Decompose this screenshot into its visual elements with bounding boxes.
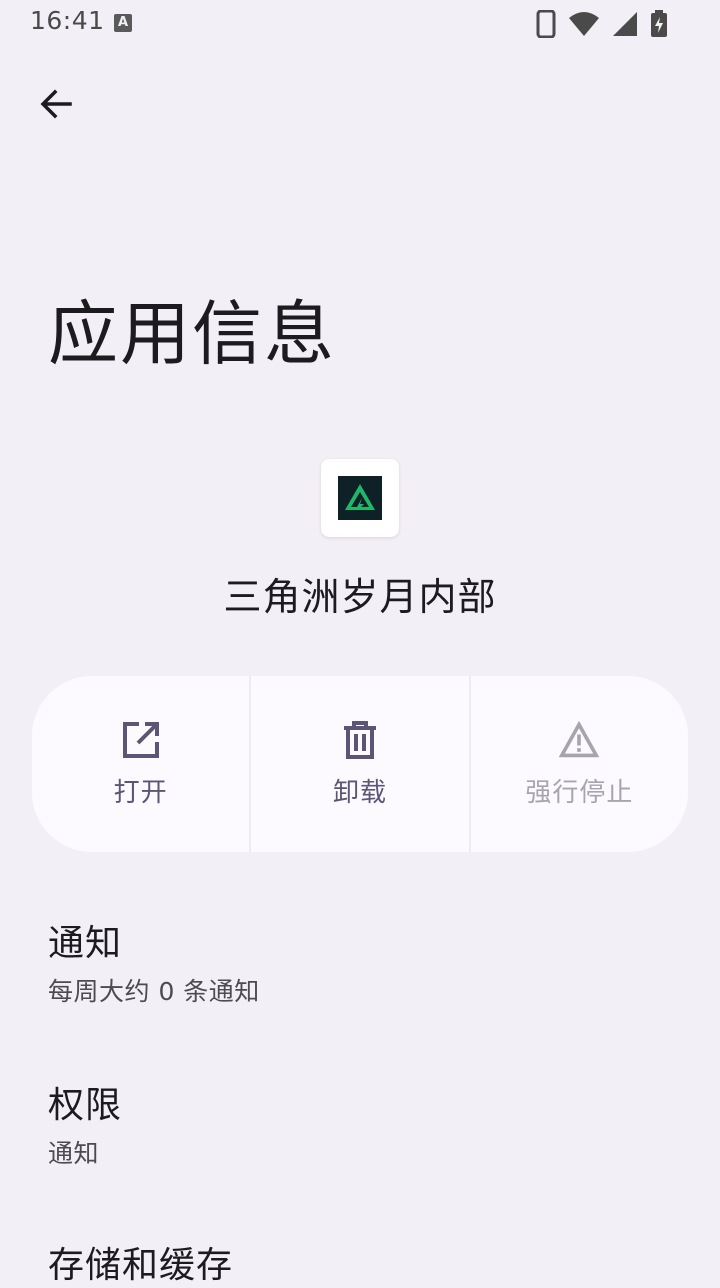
- uninstall-button[interactable]: 卸载: [249, 676, 468, 852]
- permissions-title: 权限: [48, 1085, 123, 1126]
- app-icon: [321, 459, 399, 537]
- uninstall-button-label: 卸载: [332, 777, 387, 808]
- open-external-icon: [121, 720, 161, 760]
- status-bar: 16:41 A: [0, 0, 720, 48]
- app-logo-icon: [338, 476, 382, 520]
- battery-charging-icon: [651, 10, 667, 37]
- open-button-label: 打开: [113, 777, 168, 808]
- phone-icon: [536, 10, 556, 38]
- force-stop-button-label: 强行停止: [525, 777, 634, 808]
- trash-icon: [340, 720, 380, 760]
- notification-app-icon: A: [114, 14, 132, 32]
- open-button[interactable]: 打开: [32, 676, 249, 852]
- notifications-title: 通知: [48, 923, 123, 964]
- notifications-summary: 每周大约 0 条通知: [48, 977, 260, 1006]
- permissions-setting[interactable]: 权限 通知: [48, 1076, 688, 1170]
- storage-title: 存储和缓存: [48, 1245, 234, 1286]
- force-stop-button[interactable]: 强行停止: [468, 676, 688, 852]
- warning-icon: [559, 720, 600, 760]
- wifi-icon: [569, 12, 599, 36]
- back-arrow-icon: [40, 89, 72, 119]
- action-bar: 打开 卸载 强行停止: [32, 676, 688, 852]
- status-icons: [536, 10, 668, 38]
- signal-icon: [613, 12, 637, 36]
- storage-setting[interactable]: 存储和缓存: [48, 1236, 688, 1288]
- back-button[interactable]: [28, 80, 84, 128]
- notifications-setting[interactable]: 通知 每周大约 0 条通知: [48, 914, 688, 1008]
- page-title: 应用信息: [48, 293, 336, 375]
- permissions-summary: 通知: [48, 1139, 100, 1168]
- app-name: 三角洲岁月内部: [223, 575, 497, 619]
- status-time: 16:41: [30, 6, 105, 35]
